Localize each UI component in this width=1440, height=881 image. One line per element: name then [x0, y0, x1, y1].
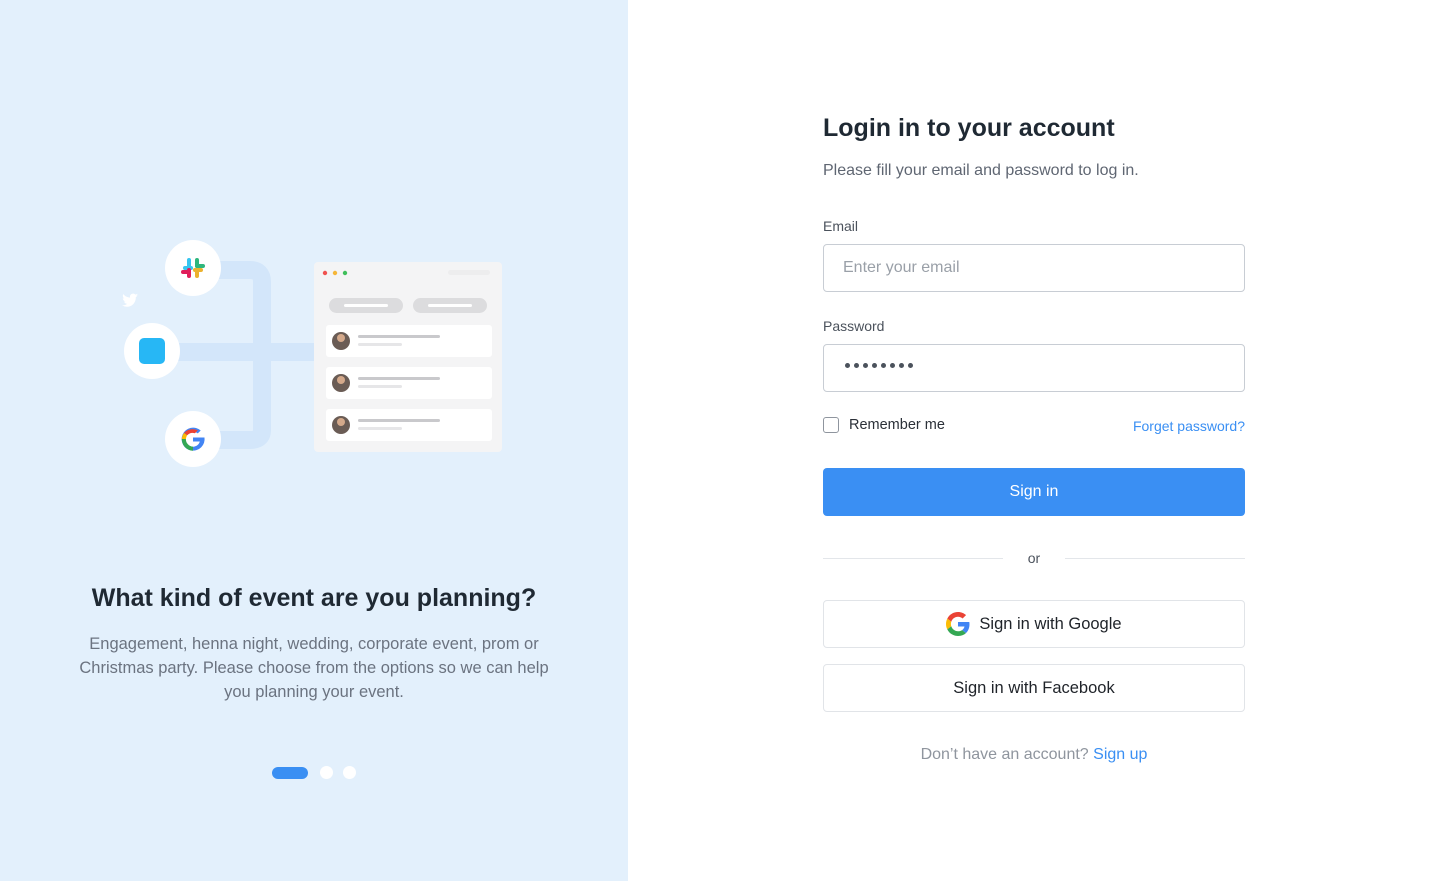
slack-icon	[165, 240, 221, 296]
carousel-dot[interactable]	[343, 766, 356, 779]
hero-title: What kind of event are you planning?	[91, 584, 537, 612]
forgot-password-link[interactable]: Forget password?	[1133, 418, 1245, 434]
google-sign-in-label: Sign in with Google	[979, 614, 1122, 633]
hero-description: Engagement, henna night, wedding, corpor…	[79, 635, 549, 701]
email-label: Email	[823, 218, 859, 234]
sign-up-link[interactable]: Sign up	[1093, 746, 1147, 763]
page-title: Login in to your account	[823, 114, 1115, 142]
remember-me[interactable]: Remember me	[823, 417, 945, 433]
facebook-sign-in-button[interactable]: Sign in with Facebook	[823, 664, 1245, 712]
signup-prompt-text: Don’t have an account?	[920, 746, 1089, 763]
remember-me-label: Remember me	[849, 417, 945, 433]
onboarding-panel: What kind of event are you planning? Eng…	[0, 0, 628, 881]
google-icon	[946, 612, 970, 636]
sign-in-button[interactable]: Sign in	[823, 468, 1245, 516]
google-icon	[165, 411, 221, 467]
app-window-mockup	[314, 262, 502, 452]
password-label: Password	[823, 318, 885, 334]
password-field[interactable]	[823, 344, 1245, 392]
twitter-icon	[122, 293, 180, 379]
facebook-sign-in-label: Sign in with Facebook	[953, 678, 1115, 697]
integration-illustration	[122, 240, 502, 467]
password-mask	[845, 363, 913, 368]
signup-prompt: Don’t have an account? Sign up	[823, 746, 1245, 764]
or-divider: or	[823, 550, 1245, 566]
google-sign-in-button[interactable]: Sign in with Google	[823, 600, 1245, 648]
carousel-dot-active[interactable]	[272, 766, 308, 779]
carousel-indicator	[272, 766, 356, 779]
email-field[interactable]	[823, 244, 1245, 292]
page-subtitle: Please fill your email and password to l…	[823, 162, 1139, 179]
remember-me-checkbox[interactable]	[823, 417, 839, 433]
carousel-dot[interactable]	[320, 766, 333, 779]
